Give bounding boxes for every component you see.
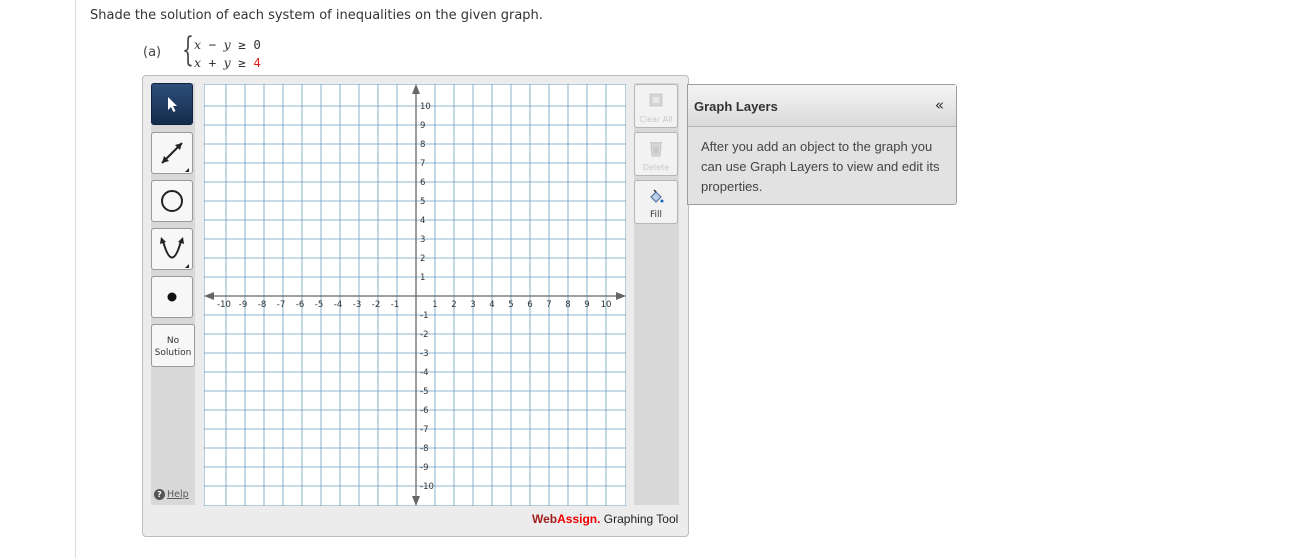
clear-all-icon	[649, 93, 663, 107]
x-tick-label: 8	[565, 300, 570, 310]
point-icon	[167, 292, 177, 302]
y-tick-label: -1	[420, 311, 428, 321]
no-solution-button[interactable]: No Solution	[151, 324, 195, 367]
x-tick-label: -3	[353, 300, 361, 310]
inequality-2: x + y ≥ 4	[194, 55, 261, 70]
x-tick-label: 2	[451, 300, 456, 310]
clear-all-button[interactable]: Clear All	[634, 84, 678, 128]
help-label: Help	[167, 489, 189, 500]
x-tick-label: 1	[432, 300, 437, 310]
part-label: (a)	[143, 45, 162, 60]
y-tick-label: -9	[420, 463, 428, 473]
graph-layers-description: After you add an object to the graph you…	[701, 139, 940, 194]
y-tick-label: -3	[420, 349, 428, 359]
x-tick-label: -10	[217, 300, 231, 310]
line-tool-button[interactable]	[151, 132, 193, 174]
x-tick-label: 4	[489, 300, 494, 310]
clear-all-label: Clear All	[639, 115, 673, 124]
x-tick-label: -9	[239, 300, 247, 310]
y-tick-label: 4	[420, 216, 425, 226]
y-tick-label: -6	[420, 406, 428, 416]
delete-label: Delete	[642, 163, 670, 172]
x-tick-label: -4	[334, 300, 342, 310]
x-tick-label: -7	[277, 300, 285, 310]
graph-layers-title: Graph Layers	[694, 99, 778, 114]
system-brace: {	[182, 30, 194, 70]
x-tick-label: 5	[508, 300, 513, 310]
delete-button[interactable]: Delete	[634, 132, 678, 176]
y-tick-label: 7	[420, 159, 425, 169]
graph-background	[204, 84, 626, 506]
no-solution-label-line1: No	[166, 336, 180, 346]
y-tick-label: -4	[420, 368, 428, 378]
y-tick-label: -7	[420, 425, 428, 435]
y-tick-label: 2	[420, 254, 425, 264]
y-tick-label: -5	[420, 387, 428, 397]
x-tick-label: 7	[546, 300, 551, 310]
help-icon: ?	[154, 489, 165, 500]
trash-icon	[650, 142, 662, 157]
x-tick-label: -2	[372, 300, 380, 310]
fill-button[interactable]: Fill	[634, 180, 678, 224]
parabola-tool-button[interactable]	[151, 228, 193, 270]
x-tick-label: 3	[470, 300, 475, 310]
parabola-icon	[160, 237, 189, 268]
inequality-1: x − y ≥ 0	[194, 37, 261, 52]
webassign-branding: WebAssign. Graphing Tool	[532, 512, 679, 526]
circle-icon	[161, 190, 183, 212]
graph-layers-panel: Graph Layers « After you add an object t…	[687, 84, 957, 205]
line-icon	[161, 142, 189, 172]
circle-tool-button[interactable]	[151, 180, 193, 222]
y-tick-label: 8	[420, 140, 425, 150]
x-tick-label: -8	[258, 300, 266, 310]
y-tick-label: 9	[420, 121, 425, 131]
pointer-arrow-icon	[168, 97, 177, 112]
instruction-text: Shade the solution of each system of ine…	[90, 8, 543, 23]
help-link[interactable]: ? Help	[154, 489, 189, 500]
select-tool-button[interactable]	[151, 83, 193, 125]
y-tick-label: 5	[420, 197, 425, 207]
x-tick-label: 6	[527, 300, 532, 310]
coordinate-graph[interactable]: -10 -9 -8 -7 -6 -5 -4 -3 -2 -1 1 2 3 4 5 6 7 8 9 10 10 9 8 7 6 5 4…	[204, 84, 626, 506]
no-solution-label-line2: Solution	[154, 348, 192, 358]
x-tick-label: -1	[391, 300, 399, 310]
y-tick-label: 6	[420, 178, 425, 188]
y-tick-label: -2	[420, 330, 428, 340]
y-tick-label: 3	[420, 235, 425, 245]
x-tick-label: 10	[601, 300, 612, 310]
paint-bucket-icon	[650, 189, 664, 203]
collapse-layers-button[interactable]: «	[935, 96, 944, 114]
y-tick-label: 1	[420, 273, 425, 283]
graph-layers-header: Graph Layers «	[688, 85, 956, 127]
fill-label: Fill	[649, 210, 663, 220]
point-tool-button[interactable]	[151, 276, 193, 318]
y-tick-label: -10	[420, 482, 434, 492]
x-tick-label: -5	[315, 300, 323, 310]
x-tick-label: 9	[584, 300, 589, 310]
y-tick-label: 10	[420, 102, 431, 112]
page-divider	[75, 0, 76, 558]
y-tick-label: -8	[420, 444, 428, 454]
x-tick-label: -6	[296, 300, 304, 310]
